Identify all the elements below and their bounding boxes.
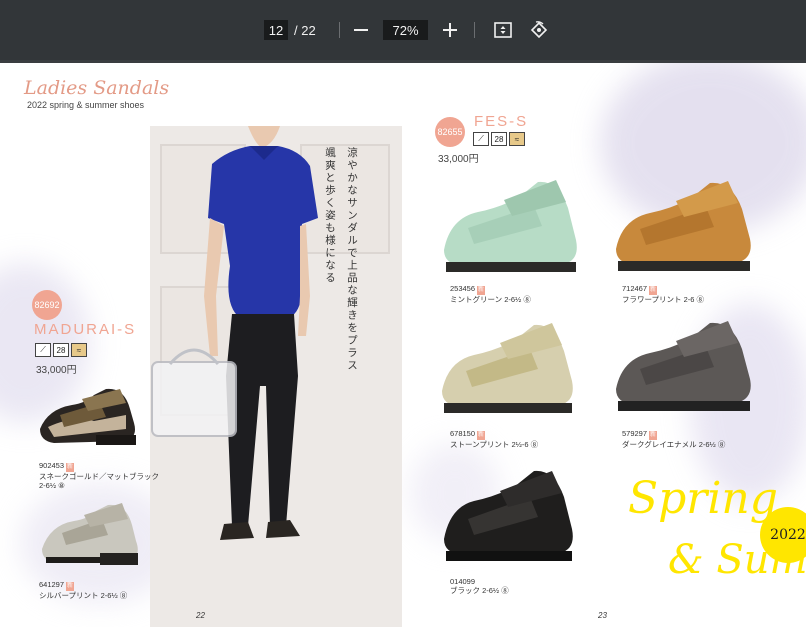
sandal-image xyxy=(444,470,573,561)
toolbar-divider xyxy=(339,22,340,38)
page-number-right: 23 xyxy=(598,611,607,620)
feature-icons: ⟋ 28 ≈ xyxy=(35,343,87,357)
variant-id: 253456 xyxy=(450,284,476,293)
insole-icon: ≈ xyxy=(509,132,525,146)
new-tag: 新 xyxy=(66,463,75,472)
variant-desc: ブラック 2-6½ ⑧ xyxy=(450,586,509,595)
fit-page-icon xyxy=(494,22,512,38)
page-indicator: 12 / 22 xyxy=(264,20,316,40)
model-figure xyxy=(151,126,318,540)
page-number-input[interactable]: 12 xyxy=(264,20,288,40)
rotate-icon xyxy=(530,21,548,39)
variant-id: 712467 xyxy=(622,284,648,293)
model-code-badge: 82655 xyxy=(435,117,465,147)
pdf-toolbar: 12 / 22 72% xyxy=(0,0,806,60)
variant-caption: 579297 新 ダークグレイエナメル 2-6½ ⑧ xyxy=(622,429,725,449)
new-tag: 新 xyxy=(66,582,75,591)
variant-desc: スネークゴールド／マットブラック xyxy=(39,472,159,481)
sandal-image xyxy=(444,180,577,272)
variant-desc: シルバープリント 2-6½ ⑧ xyxy=(39,591,128,600)
page-number-left: 22 xyxy=(196,611,205,620)
sandal-image xyxy=(616,181,751,271)
shoehorn-icon: ⟋ xyxy=(35,343,51,357)
variant-desc: フラワープリント 2-6 ⑧ xyxy=(622,295,705,304)
new-tag: 新 xyxy=(477,286,486,295)
variant-id: 902453 xyxy=(39,461,65,470)
model-photo xyxy=(150,126,402,627)
page-total: / 22 xyxy=(294,22,316,38)
sandal-image xyxy=(40,388,136,445)
catalog-spread: Ladies Sandals 2022 spring & summer shoe… xyxy=(0,63,806,627)
sandal-image xyxy=(42,503,138,565)
new-tag: 新 xyxy=(477,431,486,440)
variant-id: 579297 xyxy=(622,429,648,438)
variant-id: 641297 xyxy=(39,580,65,589)
variant-desc: ミントグリーン 2-6½ ⑧ xyxy=(450,295,531,304)
fit-page-button[interactable] xyxy=(491,18,515,42)
plus-icon xyxy=(443,23,457,37)
variant-caption: 641297 新 シルバープリント 2-6½ ⑧ xyxy=(39,580,127,600)
vertical-copy-2: 颯爽と歩く姿も様になる xyxy=(324,147,336,285)
price: 33,000円 xyxy=(438,154,479,165)
catalog-title: Ladies Sandals xyxy=(24,77,170,99)
new-tag: 新 xyxy=(649,431,658,440)
variant-id: 014099 xyxy=(450,577,476,586)
variant-desc: ストーンプリント 2½-6 ⑧ xyxy=(450,440,539,449)
size-icon: 28 xyxy=(491,132,507,146)
vertical-copy-1: 涼やかなサンダルで上品な輝きをプラス xyxy=(346,147,358,372)
catalog-subtitle: 2022 spring & summer shoes xyxy=(27,100,145,110)
zoom-in-button[interactable] xyxy=(438,18,462,42)
toolbar-divider xyxy=(474,22,475,38)
model-code-badge: 82692 xyxy=(32,290,62,320)
price: 33,000円 xyxy=(36,365,77,376)
variant-id: 678150 xyxy=(450,429,476,438)
variant-caption: 902453 新 スネークゴールド／マットブラック 2-6½ ⑧ xyxy=(39,461,159,490)
sandal-image xyxy=(616,321,751,411)
variant-caption: 712467 新 フラワープリント 2-6 ⑧ xyxy=(622,284,704,304)
variant-desc: ダークグレイエナメル 2-6½ ⑧ xyxy=(622,440,726,449)
new-tag: 新 xyxy=(649,286,658,295)
zoom-level-input[interactable]: 72% xyxy=(383,20,428,40)
size-icon: 28 xyxy=(53,343,69,357)
model-name: MADURAI-S xyxy=(34,321,137,338)
spring-heading: Spring xyxy=(628,473,778,524)
sandal-image xyxy=(442,323,573,413)
feature-icons: ⟋ 28 ≈ xyxy=(473,132,525,146)
variant-caption: 678150 新 ストーンプリント 2½-6 ⑧ xyxy=(450,429,538,449)
variant-size: 2-6½ ⑧ xyxy=(39,481,65,490)
variant-caption: 253456 新 ミントグリーン 2-6½ ⑧ xyxy=(450,284,531,304)
insole-icon: ≈ xyxy=(71,343,87,357)
minus-icon xyxy=(354,29,368,31)
model-name: FES-S xyxy=(474,113,529,130)
rotate-button[interactable] xyxy=(527,18,551,42)
zoom-out-button[interactable] xyxy=(349,18,373,42)
variant-caption: 014099 ブラック 2-6½ ⑧ xyxy=(450,577,509,595)
shoehorn-icon: ⟋ xyxy=(473,132,489,146)
